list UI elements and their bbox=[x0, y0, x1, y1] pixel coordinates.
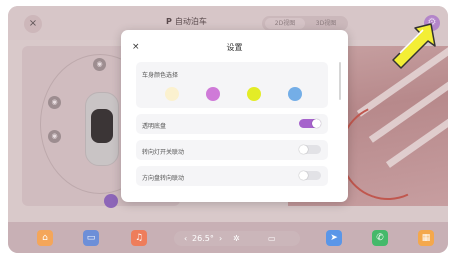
home-icon[interactable]: ⌂ bbox=[37, 230, 53, 246]
defrost-icon[interactable]: ▭ bbox=[268, 232, 276, 245]
body-color-label: 车身颜色选择 bbox=[142, 72, 179, 79]
car-icon[interactable]: ▭ bbox=[83, 230, 99, 246]
bottom-dock: ⌂ ▭ ♫ ‹ 26.5° › ✲ ▭ ➤ ✆ ▦ bbox=[8, 222, 448, 253]
tab-2d-view[interactable]: 2D视图 bbox=[265, 18, 305, 29]
color-swatch-cream[interactable] bbox=[165, 87, 179, 101]
navigation-icon[interactable]: ➤ bbox=[326, 230, 342, 246]
temp-down-button[interactable]: ‹ bbox=[184, 232, 187, 245]
climate-control: ‹ 26.5° › ✲ ▭ bbox=[174, 231, 300, 246]
side-camera-icon[interactable]: ◉ bbox=[48, 96, 61, 109]
body-color-panel: 车身颜色选择 bbox=[136, 62, 328, 108]
parking-p-icon: P bbox=[166, 17, 172, 26]
color-swatch-blue[interactable] bbox=[288, 87, 302, 101]
temp-up-button[interactable]: › bbox=[219, 232, 222, 245]
turn-signal-link-label: 转向灯开关联动 bbox=[142, 149, 185, 156]
car-model bbox=[85, 92, 119, 166]
color-swatch-yellow[interactable] bbox=[247, 87, 261, 101]
page-title: P 自动泊车 bbox=[166, 16, 207, 27]
color-swatch-purple[interactable] bbox=[206, 87, 220, 101]
turn-signal-link-row: 转向灯开关联动 bbox=[136, 140, 328, 160]
transparent-chassis-toggle[interactable] bbox=[299, 119, 321, 128]
steering-link-label: 方向盘转向联动 bbox=[142, 175, 185, 182]
tab-3d-view[interactable]: 3D视图 bbox=[306, 18, 346, 29]
settings-dialog: × 设置 车身颜色选择 透明底盘 转向灯开关联动 方向盘转向联动 bbox=[121, 30, 348, 202]
dialog-title: 设置 bbox=[226, 43, 243, 52]
dialog-scrollbar[interactable] bbox=[339, 62, 341, 100]
view-mode-switch: 2D视图 3D视图 bbox=[262, 16, 348, 31]
steering-link-toggle[interactable] bbox=[299, 171, 321, 180]
active-camera-indicator[interactable] bbox=[104, 194, 118, 208]
fan-icon[interactable]: ✲ bbox=[233, 232, 240, 245]
arrow-pointer-icon bbox=[392, 23, 436, 69]
close-parking-button[interactable]: × bbox=[24, 15, 42, 33]
music-icon[interactable]: ♫ bbox=[131, 230, 147, 246]
rear-camera-icon[interactable]: ◉ bbox=[48, 130, 61, 143]
front-camera-icon[interactable]: ◉ bbox=[93, 58, 106, 71]
phone-icon[interactable]: ✆ bbox=[372, 230, 388, 246]
page-title-text: 自动泊车 bbox=[174, 17, 207, 26]
apps-grid-icon[interactable]: ▦ bbox=[418, 230, 434, 246]
turn-signal-link-toggle[interactable] bbox=[299, 145, 321, 154]
steering-link-row: 方向盘转向联动 bbox=[136, 166, 328, 186]
transparent-chassis-label: 透明底盘 bbox=[142, 123, 167, 130]
transparent-chassis-row: 透明底盘 bbox=[136, 114, 328, 134]
temperature-value: 26.5° bbox=[192, 234, 214, 243]
